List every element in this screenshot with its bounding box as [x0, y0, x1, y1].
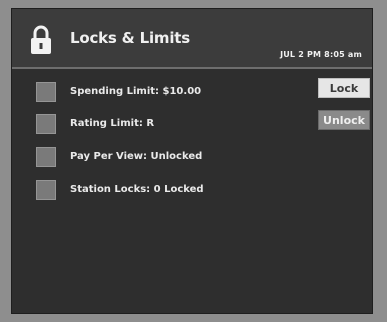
spending-limit-label: Spending Limit: $10.00	[70, 86, 202, 97]
pay-per-view-checkbox[interactable]	[36, 147, 56, 167]
pay-per-view-label: Pay Per View: Unlocked	[70, 151, 203, 162]
locks-limits-screen: Locks & Limits JUL 2 PM 8:05 am Spending…	[11, 8, 373, 314]
tv-bezel: Locks & Limits JUL 2 PM 8:05 am Spending…	[0, 0, 387, 322]
station-locks-checkbox[interactable]	[36, 180, 56, 200]
header-divider	[12, 67, 372, 69]
padlock-icon	[31, 25, 51, 54]
lock-button[interactable]: Lock	[318, 78, 370, 98]
unlock-button[interactable]: Unlock	[318, 110, 370, 130]
rating-limit-label: Rating Limit: R	[70, 118, 155, 129]
page-title: Locks & Limits	[70, 29, 190, 47]
station-locks-label: Station Locks: 0 Locked	[70, 184, 204, 195]
rating-limit-checkbox[interactable]	[36, 114, 56, 134]
timestamp: JUL 2 PM 8:05 am	[280, 50, 362, 59]
spending-limit-checkbox[interactable]	[36, 82, 56, 102]
screen-header: Locks & Limits JUL 2 PM 8:05 am	[12, 9, 372, 67]
